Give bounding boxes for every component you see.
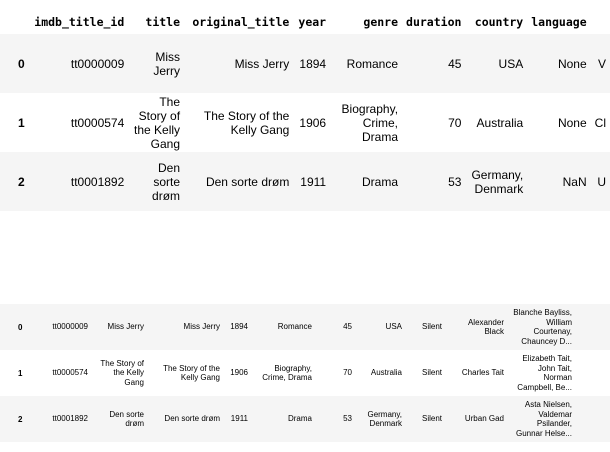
row-index: 2 bbox=[18, 174, 25, 189]
table-cell: Alexander Black bbox=[467, 317, 504, 337]
table-cell: 1911 bbox=[300, 174, 327, 189]
table-row: 2 tt0001892 Den sorte drøm Den sorte drø… bbox=[0, 152, 610, 211]
table-cell: Blanche Bayliss, William Courtenay, Chau… bbox=[513, 308, 572, 346]
table-cell: Den sorte drøm bbox=[164, 414, 220, 424]
table-cell: 53 bbox=[343, 414, 352, 424]
row-index: 1 bbox=[18, 115, 25, 130]
table-cell: 1911 bbox=[230, 414, 248, 424]
table-row: 1 tt0000574 The Story of the Kelly Gang … bbox=[0, 93, 610, 152]
table-cell: NaN bbox=[562, 174, 587, 189]
table-cell: None bbox=[557, 56, 587, 71]
column-header[interactable]: country bbox=[465, 10, 527, 34]
table-cell: The Story of the Kelly Gang bbox=[203, 108, 290, 137]
row-index: 0 bbox=[18, 322, 23, 332]
table-cell: Silent bbox=[421, 322, 442, 332]
table-cell: USA bbox=[498, 56, 524, 71]
table-row: 0 tt0000009 Miss Jerry Miss Jerry 1894 R… bbox=[0, 34, 610, 93]
table-cell: Germany, Denmark bbox=[471, 167, 524, 196]
table-cell: Miss Jerry bbox=[107, 322, 144, 332]
table-cell: Den sorte drøm bbox=[152, 160, 181, 203]
dataframe-preview-bottom: 0 tt0000009 Miss Jerry Miss Jerry 1894 R… bbox=[0, 304, 610, 442]
table-cell: None bbox=[557, 115, 587, 130]
table-cell: The Story of the Kelly Gang bbox=[100, 358, 144, 387]
table-cell: Australia bbox=[476, 115, 524, 130]
table-cell: 70 bbox=[448, 115, 462, 130]
table-row: 0 tt0000009 Miss Jerry Miss Jerry 1894 R… bbox=[0, 304, 610, 350]
table-cell: 45 bbox=[448, 56, 462, 71]
table-cell: 1894 bbox=[230, 322, 248, 332]
column-header[interactable]: year bbox=[293, 10, 330, 34]
table-cell-truncated: V bbox=[597, 56, 606, 71]
table-cell: Australia bbox=[370, 368, 402, 378]
table-cell: tt0000009 bbox=[70, 56, 125, 71]
table-cell: Asta Nielsen, Valdemar Psilander, Gunnar… bbox=[515, 400, 572, 438]
column-header[interactable]: language bbox=[527, 10, 590, 34]
table-cell: 1906 bbox=[230, 368, 248, 378]
table-cell: Germany, Denmark bbox=[367, 409, 402, 429]
table-cell: tt0000574 bbox=[70, 115, 125, 130]
column-header[interactable]: original_title bbox=[184, 10, 293, 34]
table-cell: Den sorte drøm bbox=[205, 174, 290, 189]
notebook-output-area: imdb_title_id title original_title year … bbox=[0, 0, 610, 452]
table-cell: 70 bbox=[343, 368, 352, 378]
table-cell: 45 bbox=[343, 322, 352, 332]
table-cell: Drama bbox=[287, 414, 312, 424]
index-header bbox=[0, 10, 30, 34]
table-cell-truncated: U bbox=[597, 174, 606, 189]
table-cell: Romance bbox=[346, 56, 399, 71]
table-cell: 1894 bbox=[299, 56, 327, 71]
table-cell: tt0000009 bbox=[52, 322, 88, 332]
table-cell: Silent bbox=[421, 368, 442, 378]
row-index: 0 bbox=[18, 56, 25, 71]
table-cell: Charles Tait bbox=[461, 368, 504, 378]
table-cell: tt0000574 bbox=[52, 368, 88, 378]
table-cell: The Story of the Kelly Gang bbox=[134, 94, 181, 151]
table-cell: Biography, Crime, Drama bbox=[262, 363, 312, 383]
table-cell: Miss Jerry bbox=[153, 49, 181, 78]
table-cell: Miss Jerry bbox=[234, 56, 290, 71]
column-header-truncated bbox=[591, 10, 610, 34]
table-cell: 53 bbox=[448, 174, 462, 189]
table-cell: Silent bbox=[421, 414, 442, 424]
row-index: 2 bbox=[18, 414, 23, 424]
column-header[interactable]: title bbox=[128, 10, 184, 34]
table-cell: USA bbox=[385, 322, 402, 332]
dataframe-preview-top: imdb_title_id title original_title year … bbox=[0, 10, 610, 211]
row-index: 1 bbox=[18, 368, 23, 378]
table-cell: The Story of the Kelly Gang bbox=[163, 363, 220, 383]
table-cell-truncated bbox=[576, 396, 610, 442]
table-cell: Miss Jerry bbox=[183, 322, 220, 332]
table-cell-truncated bbox=[576, 304, 610, 350]
table-cell: Romance bbox=[277, 322, 312, 332]
column-header[interactable]: genre bbox=[330, 10, 402, 34]
table-cell: Drama bbox=[362, 174, 399, 189]
table-cell: 1906 bbox=[299, 115, 327, 130]
table-cell: Den sorte drøm bbox=[109, 409, 144, 429]
column-header[interactable]: imdb_title_id bbox=[30, 10, 128, 34]
header-row: imdb_title_id title original_title year … bbox=[0, 10, 610, 34]
table-cell-truncated: Cl bbox=[594, 115, 606, 130]
table-row: 2 tt0001892 Den sorte drøm Den sorte drø… bbox=[0, 396, 610, 442]
column-header[interactable]: duration bbox=[402, 10, 465, 34]
table-cell: Biography, Crime, Drama bbox=[341, 101, 399, 144]
table-cell-truncated bbox=[576, 350, 610, 396]
table-cell: Elizabeth Tait, John Tait, Norman Campbe… bbox=[517, 354, 572, 392]
table-cell: Urban Gad bbox=[464, 414, 504, 424]
table-row: 1 tt0000574 The Story of the Kelly Gang … bbox=[0, 350, 610, 396]
table-cell: tt0001892 bbox=[52, 414, 88, 424]
table-cell: tt0001892 bbox=[70, 174, 125, 189]
